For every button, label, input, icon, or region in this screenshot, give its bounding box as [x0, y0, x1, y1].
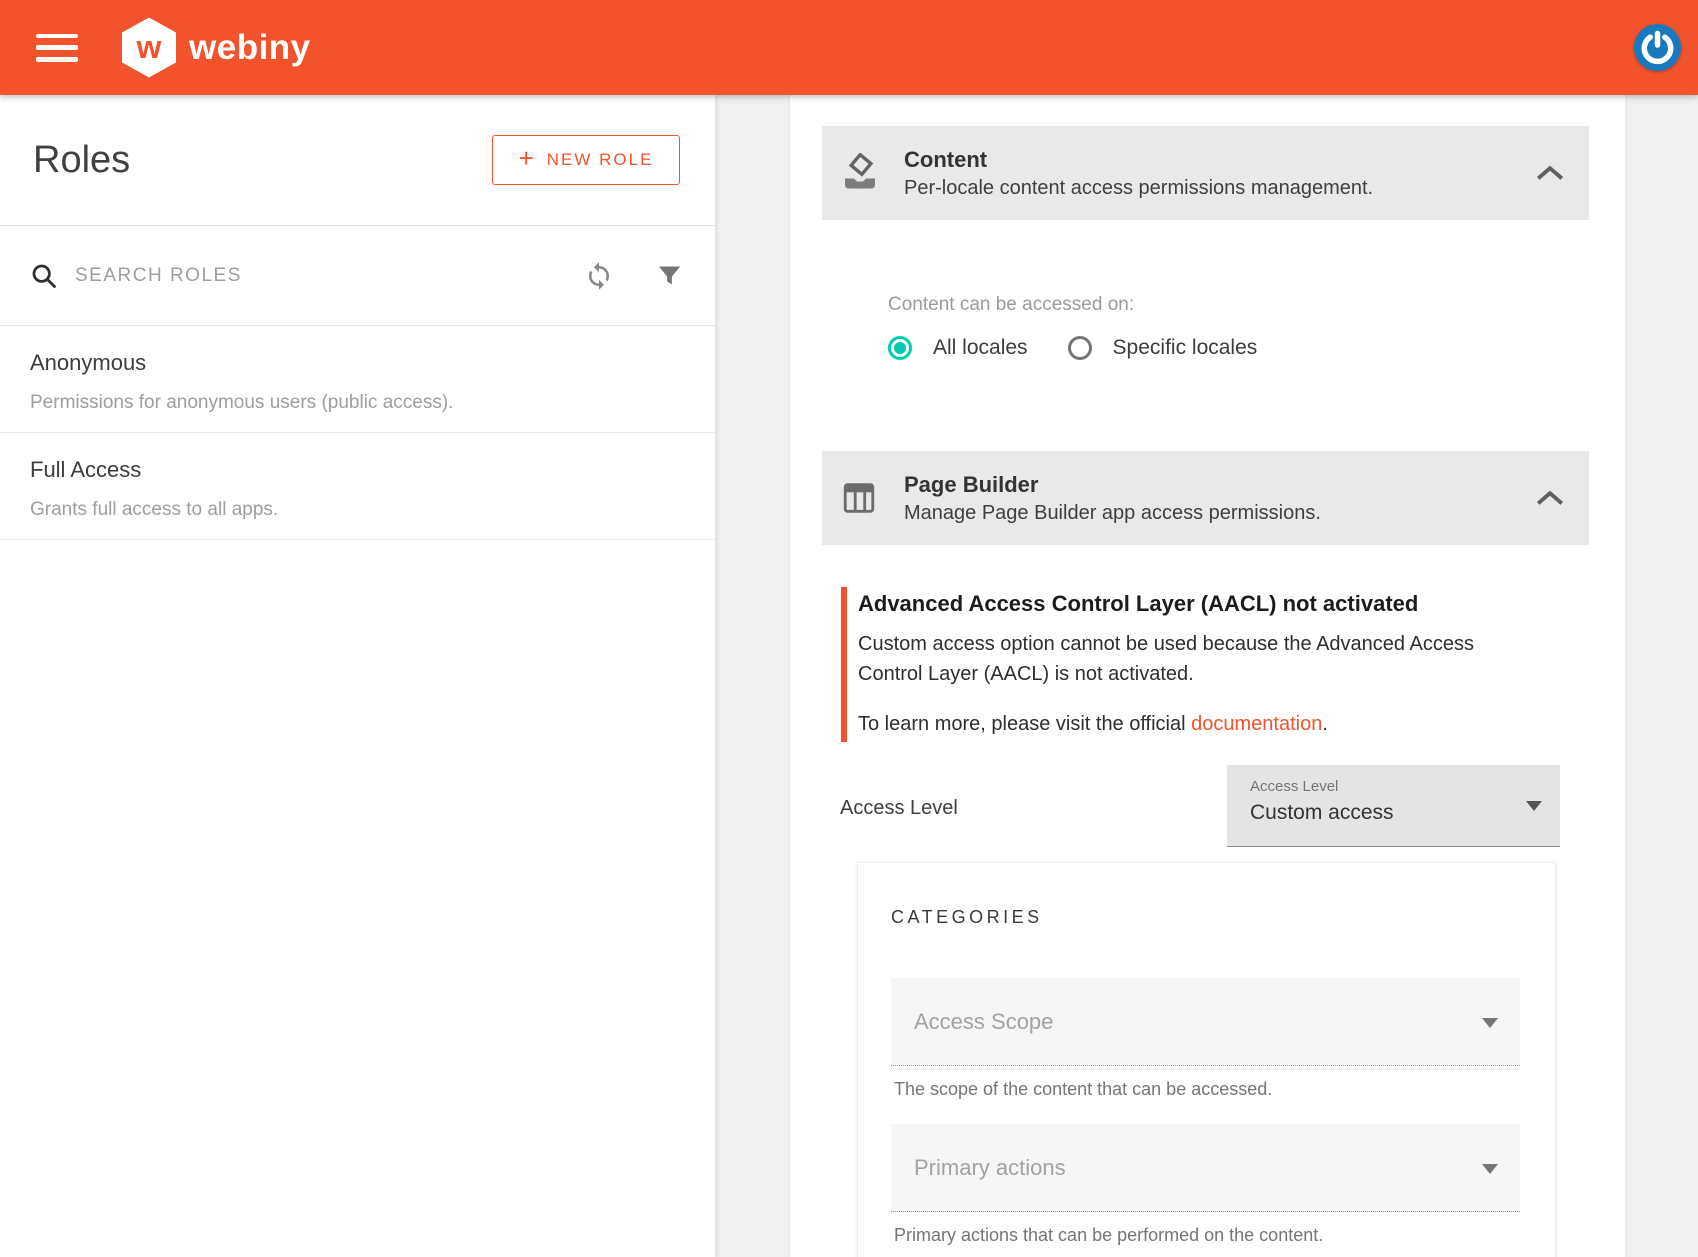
search-input[interactable]	[75, 265, 572, 287]
access-level-value: Custom access	[1250, 801, 1560, 825]
access-level-label: Access Level	[840, 797, 958, 820]
aacl-warning: Advanced Access Control Layer (AACL) not…	[841, 587, 1589, 742]
chevron-up-icon[interactable]	[1535, 488, 1565, 508]
roles-header: Roles + NEW ROLE	[0, 95, 715, 226]
documentation-link[interactable]: documentation	[1191, 713, 1322, 735]
primary-actions-placeholder: Primary actions	[914, 1155, 1520, 1181]
aacl-warning-body: Custom access option cannot be used beca…	[858, 629, 1513, 689]
app-bar: w webiny	[0, 0, 1698, 95]
primary-actions-select[interactable]: Primary actions	[891, 1124, 1520, 1212]
filter-icon[interactable]	[656, 262, 683, 289]
page-builder-section-subtitle: Manage Page Builder app access permissio…	[904, 502, 1535, 525]
user-avatar[interactable]	[1634, 24, 1681, 71]
access-scope-helper: The scope of the content that can be acc…	[891, 1079, 1520, 1100]
search-bar	[0, 226, 715, 326]
role-list-item-full-access[interactable]: Full Access Grants full access to all ap…	[0, 433, 715, 540]
link-suffix: .	[1322, 713, 1328, 735]
page-builder-table-icon	[838, 479, 880, 517]
role-description: Permissions for anonymous users (public …	[30, 392, 685, 414]
accordion-header-content[interactable]: Content Per-locale content access permis…	[822, 126, 1589, 220]
content-locales-block: Content can be accessed on: All locales …	[822, 220, 1589, 451]
page-builder-section-title: Page Builder	[904, 472, 1535, 498]
role-name: Full Access	[30, 457, 685, 483]
webiny-hexagon-icon: w	[122, 18, 176, 78]
new-role-button[interactable]: + NEW ROLE	[492, 135, 680, 185]
webiny-logo[interactable]: w webiny	[122, 18, 311, 78]
dropdown-arrow-icon	[1526, 801, 1542, 811]
access-scope-placeholder: Access Scope	[914, 1009, 1520, 1035]
roles-list-panel: Roles + NEW ROLE Anonymous	[0, 95, 715, 1257]
role-name: Anonymous	[30, 350, 685, 376]
role-list-item-anonymous[interactable]: Anonymous Permissions for anonymous user…	[0, 326, 715, 433]
radio-all-locales[interactable]	[888, 336, 912, 360]
access-scope-select[interactable]: Access Scope	[891, 978, 1520, 1066]
role-description: Grants full access to all apps.	[30, 499, 685, 521]
radio-all-locales-label[interactable]: All locales	[933, 336, 1028, 360]
locales-question: Content can be accessed on:	[888, 294, 1589, 316]
radio-specific-locales-label[interactable]: Specific locales	[1113, 336, 1258, 360]
radio-specific-locales[interactable]	[1068, 336, 1092, 360]
content-section-subtitle: Per-locale content access permissions ma…	[904, 177, 1535, 200]
access-level-field-label: Access Level	[1250, 778, 1560, 795]
plus-icon: +	[519, 143, 534, 174]
dropdown-arrow-icon	[1482, 1164, 1498, 1174]
content-vote-icon	[838, 153, 880, 193]
content-section-title: Content	[904, 147, 1535, 173]
dropdown-arrow-icon	[1482, 1018, 1498, 1028]
primary-actions-helper: Primary actions that can be performed on…	[891, 1225, 1520, 1246]
categories-heading: CATEGORIES	[891, 907, 1520, 928]
aacl-warning-title: Advanced Access Control Layer (AACL) not…	[858, 591, 1589, 617]
hamburger-menu-icon[interactable]	[36, 34, 78, 62]
accordion-header-page-builder[interactable]: Page Builder Manage Page Builder app acc…	[822, 451, 1589, 545]
access-level-select[interactable]: Access Level Custom access	[1227, 765, 1560, 847]
categories-card: CATEGORIES Access Scope The scope of the…	[857, 862, 1556, 1257]
logo-wordmark: webiny	[189, 28, 311, 68]
aacl-warning-link-line: To learn more, please visit the official…	[858, 713, 1589, 736]
link-prefix: To learn more, please visit the official	[858, 713, 1191, 735]
chevron-up-icon[interactable]	[1535, 163, 1565, 183]
logo-letter: w	[137, 29, 162, 66]
refresh-icon[interactable]	[584, 261, 614, 291]
permissions-panel: Content Per-locale content access permis…	[790, 95, 1625, 1257]
new-role-button-label: NEW ROLE	[547, 150, 654, 170]
access-level-row: Access Level Access Level Custom access	[822, 765, 1589, 847]
gravatar-icon	[1634, 24, 1681, 71]
page-title: Roles	[33, 139, 130, 182]
search-icon	[30, 262, 58, 290]
